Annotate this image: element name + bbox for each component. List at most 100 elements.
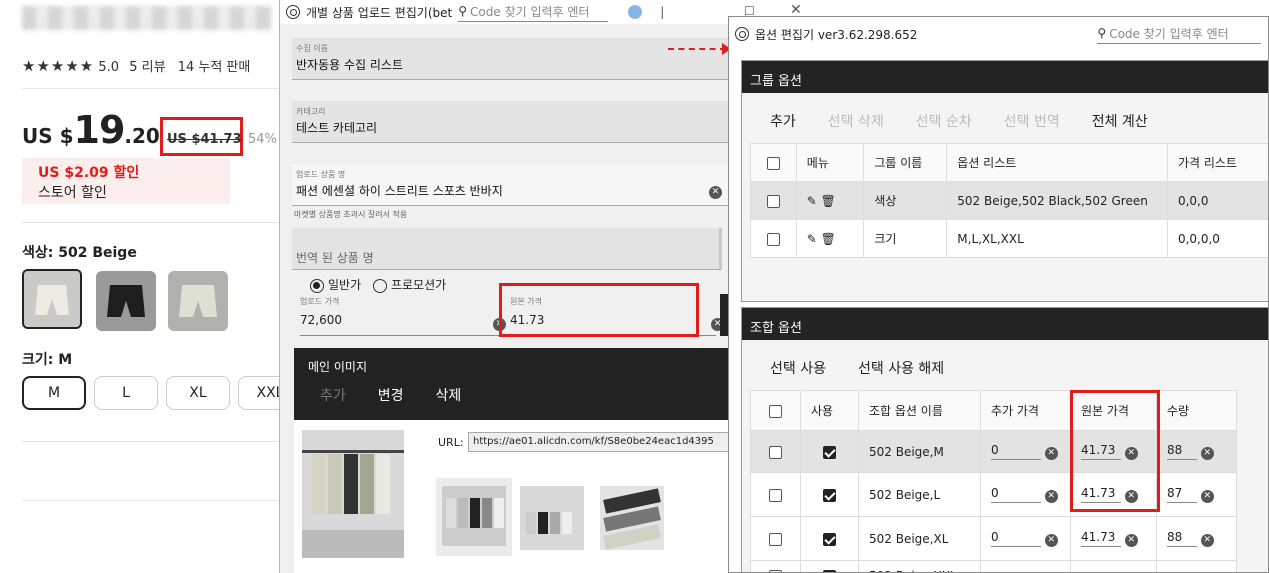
table-header-row: 사용 조합 옵션 이름 추가 가격 원본 가격 수량 [750,390,1237,431]
section-title: 메인 이미지 [308,360,368,374]
store-coupon[interactable]: US $2.09 할인 스토어 할인 [22,158,230,204]
main-image-header: 메인 이미지 추가 변경 삭제 [294,348,729,420]
clear-icon[interactable]: ✕ [709,186,722,199]
table-row[interactable]: 502 Beige,XL 0 ✕ 41.73 ✕ 88 ✕ [750,516,1237,561]
pencil-icon[interactable]: ✎ [807,232,817,246]
column-header: 그룹 이름 [863,143,948,182]
field-label: 업로드 상품 명 [296,170,346,179]
table-row[interactable]: ✎ 🗑 색상 502 Beige,502 Black,502 Green 0,0… [750,181,1268,220]
add-price-input[interactable]: 0 [991,486,1041,503]
code-search-input[interactable]: ⚲ Code 찾기 입력후 엔터 [1097,25,1262,44]
size-option-xl[interactable]: XL [166,376,230,410]
table-row[interactable]: 502 Beige,L 0 ✕ 41.73 ✕ 87 ✕ [750,472,1237,517]
use-checkbox[interactable] [823,569,836,572]
color-option-beige[interactable] [22,269,82,329]
image-change-button[interactable]: 변경 [378,385,404,405]
clear-icon[interactable]: ✕ [1200,534,1214,547]
collect-name-field[interactable]: 수집 이름 반자동용 수집 리스트 [292,38,728,80]
field-label: 업로드 가격 [300,297,340,306]
clear-icon[interactable]: ✕ [1200,490,1214,503]
pencil-icon[interactable]: ✎ [807,194,817,208]
minimize-button[interactable]: | [660,5,664,19]
select-all-checkbox[interactable] [766,156,780,170]
review-count[interactable]: 5 리뷰 [129,60,165,75]
clear-icon[interactable]: ✕ [1124,534,1138,547]
color-option-black[interactable] [96,271,156,331]
unuse-selected-button[interactable]: 선택 사용 해제 [858,358,944,378]
translated-name-field[interactable]: 번역 된 상품 명 [292,228,722,270]
trash-icon[interactable]: 🗑 [821,194,836,208]
clear-icon[interactable]: ✕ [1044,534,1058,547]
divider [22,441,278,442]
divider [22,88,278,89]
row-checkbox[interactable] [766,194,780,208]
table-row[interactable]: 502 Beige,M 0 ✕ 41.73 ✕ 88 ✕ [750,430,1237,473]
field-value: 반자동용 수집 리스트 [296,58,403,72]
group-add-button[interactable]: 추가 [770,111,796,131]
size-option-m[interactable]: M [22,376,86,410]
trash-icon[interactable]: 🗑 [821,232,836,246]
title-bar: 개별 상품 업로드 편집기(bet ⚲ Code 찾기 입력후 엔터 | [280,0,729,24]
clear-icon[interactable]: ✕ [1044,490,1058,503]
highlight-box [1070,390,1160,512]
main-image-area: URL: https://ae01.alicdn.com/kf/S8e0be24… [294,420,729,573]
divider [22,500,278,501]
select-all-checkbox[interactable] [769,404,782,418]
use-selected-button[interactable]: 선택 사용 [770,358,826,378]
field-label: 수집 이름 [296,44,328,53]
highlight-box [499,283,699,337]
sub-image-1[interactable] [436,478,512,556]
row-checkbox[interactable] [769,569,782,572]
group-options-panel: 그룹 옵션 추가 선택 삭제 선택 순차 선택 번역 전체 계산 메뉴 그룹 이… [741,60,1268,302]
image-delete-button[interactable]: 삭제 [436,385,462,405]
group-delete-selected-button[interactable]: 선택 삭제 [828,111,884,131]
use-checkbox[interactable] [823,532,836,546]
price-decimal: .20 [124,124,160,148]
row-checkbox[interactable] [769,488,782,502]
group-sequence-selected-button[interactable]: 선택 순차 [916,111,972,131]
add-price-input[interactable]: 0 [991,443,1041,460]
upload-name-field[interactable]: 업로드 상품 명 패션 에센셜 하이 스트리트 스포츠 반바지 ✕ [292,164,728,206]
size-option-l[interactable]: L [94,376,158,410]
color-option-green[interactable] [168,271,228,331]
combo-options-table: 사용 조합 옵션 이름 추가 가격 원본 가격 수량 502 Beige,M 0… [750,390,1237,572]
table-row[interactable]: 502 Beige,XXL [750,560,1237,572]
star-rating-icon: ★★★★★ [22,57,95,75]
sub-image-2[interactable] [520,486,584,550]
url-input[interactable]: https://ae01.alicdn.com/kf/S8e0be24eac1d… [468,432,729,452]
info-icon[interactable] [628,5,643,19]
row-checkbox[interactable] [769,445,782,459]
radio-normal-price[interactable] [310,278,324,293]
sub-image-3[interactable] [600,486,664,550]
clear-icon[interactable]: ✕ [1200,447,1214,460]
use-checkbox[interactable] [823,488,836,502]
qty-input[interactable]: 88 [1167,443,1197,460]
combo-name: 502 Beige,L [858,472,981,517]
use-checkbox[interactable] [823,445,836,459]
table-header-row: 메뉴 그룹 이름 옵션 리스트 가격 리스트 [750,143,1268,182]
group-calc-all-button[interactable]: 전체 계산 [1092,111,1148,131]
code-search-input[interactable]: ⚲ Code 찾기 입력후 엔터 [458,3,609,22]
qty-input[interactable]: 87 [1167,486,1197,503]
title-bar: 옵션 편집기 ver3.62.298.652 ⚲ Code 찾기 입력후 엔터 [729,17,1268,51]
table-row[interactable]: ✎ 🗑 크기 M,L,XL,XXL 0,0,0,0 [750,219,1268,258]
combo-name: 502 Beige,XXL [858,560,981,572]
add-price-input[interactable]: 0 [991,530,1041,547]
radio-promo-price[interactable] [372,278,387,293]
discount-percent: 54% [248,132,277,147]
main-product-image[interactable] [302,430,404,558]
field-placeholder: 번역 된 상품 명 [296,251,374,265]
row-checkbox[interactable] [769,532,782,546]
orig-price-input[interactable]: 41.73 [1081,530,1121,547]
upload-price-field[interactable]: 업로드 가격 72,600 ✕ [300,296,506,336]
category-field[interactable]: 카테고리 테스트 카테고리 [292,101,728,143]
group-translate-selected-button[interactable]: 선택 번역 [1004,111,1060,131]
column-header: 수량 [1156,390,1237,431]
upload-name-hint: 마켓별 상품명 초과시 잘려서 적용 [294,210,408,219]
row-checkbox[interactable] [766,232,780,246]
qty-input[interactable]: 88 [1167,530,1197,547]
image-add-button[interactable]: 추가 [320,385,346,405]
clear-icon[interactable]: ✕ [1044,447,1058,460]
url-label: URL: [438,436,464,449]
price-integer: 19 [73,108,126,152]
